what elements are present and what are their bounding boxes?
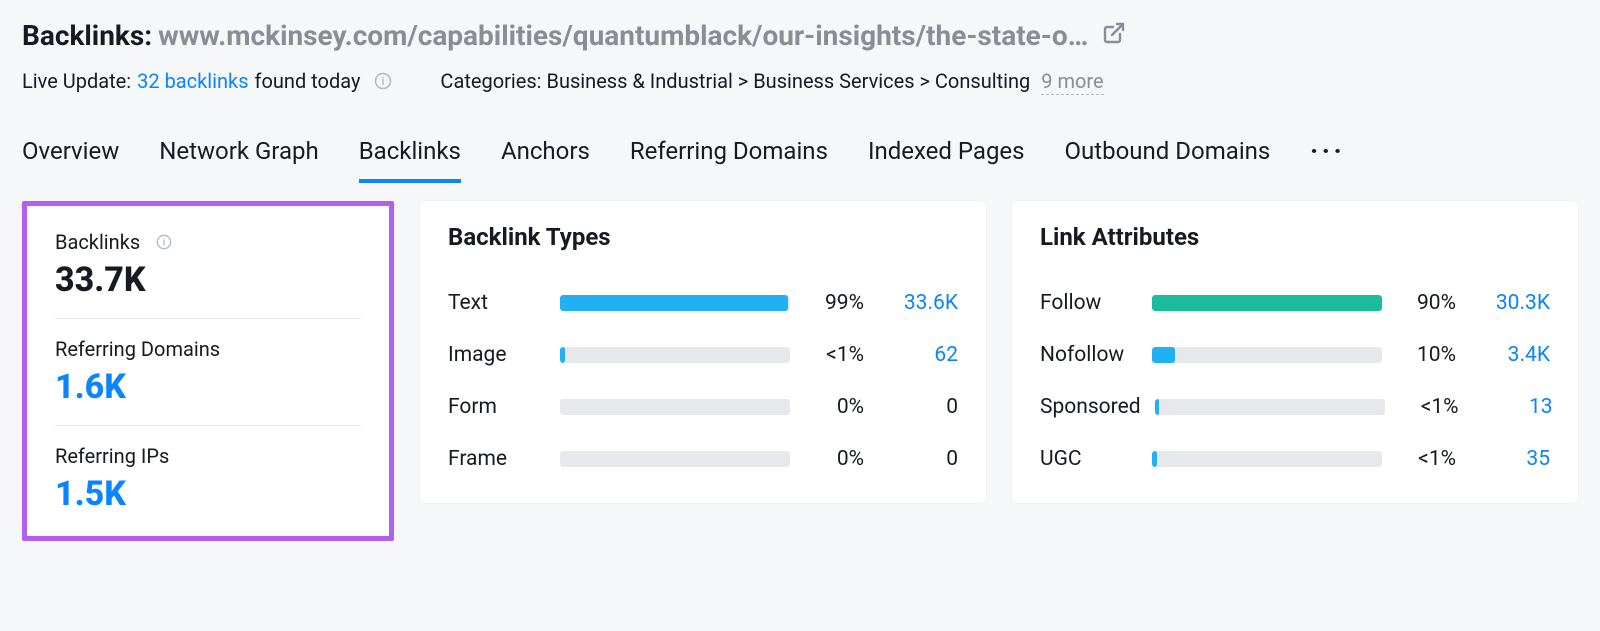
backlink-types-row: Text 99% 33.6K	[448, 277, 958, 329]
row-pct: <1%	[804, 343, 864, 367]
link-attributes-row: Follow 90% 30.3K	[1040, 277, 1550, 329]
tab-outbound-domains[interactable]: Outbound Domains	[1065, 137, 1271, 183]
row-label: Frame	[448, 447, 546, 471]
link-attributes-row: Sponsored <1% 13	[1040, 381, 1550, 433]
row-count: 0	[878, 447, 958, 471]
bar-fill	[1152, 295, 1382, 311]
bar-fill	[1152, 347, 1175, 363]
link-attributes-row: Nofollow 10% 3.4K	[1040, 329, 1550, 381]
backlink-types-row: Frame 0% 0	[448, 433, 958, 485]
link-attributes-title: Link Attributes	[1040, 223, 1550, 251]
row-pct: 99%	[804, 291, 864, 315]
tab-referring-domains[interactable]: Referring Domains	[630, 137, 828, 183]
backlink-types-row: Image <1% 62	[448, 329, 958, 381]
tab-backlinks[interactable]: Backlinks	[359, 137, 461, 183]
row-label: Text	[448, 291, 546, 315]
divider	[55, 318, 361, 319]
categories: Categories: Business & Industrial > Busi…	[440, 69, 1103, 93]
row-count[interactable]: 35	[1470, 447, 1550, 471]
tabs: Overview Network Graph Backlinks Anchors…	[0, 93, 1600, 183]
row-pct: <1%	[1399, 395, 1459, 419]
page-title-prefix: Backlinks:	[22, 18, 152, 53]
bar-fill	[1155, 399, 1160, 415]
row-pct: 0%	[804, 395, 864, 419]
backlink-types-row: Form 0% 0	[448, 381, 958, 433]
bar-track	[560, 399, 790, 415]
row-pct: 0%	[804, 447, 864, 471]
bar-fill	[1152, 451, 1157, 467]
external-link-icon[interactable]	[1102, 21, 1126, 45]
summary-referring-ips-value[interactable]: 1.5K	[55, 474, 361, 514]
link-attributes-row: UGC <1% 35	[1040, 433, 1550, 485]
row-label: Follow	[1040, 291, 1138, 315]
tab-indexed-pages[interactable]: Indexed Pages	[868, 137, 1025, 183]
bar-track	[560, 451, 790, 467]
row-count: 0	[878, 395, 958, 419]
row-count[interactable]: 33.6K	[878, 291, 958, 315]
bar-track	[1152, 347, 1382, 363]
row-label: Form	[448, 395, 546, 419]
categories-more-link[interactable]: 9 more	[1041, 69, 1103, 95]
row-pct: 90%	[1396, 291, 1456, 315]
info-icon[interactable]	[156, 234, 172, 250]
live-update-label: Live Update:	[22, 69, 131, 93]
live-update: Live Update: 32 backlinks found today	[22, 69, 392, 93]
tab-anchors[interactable]: Anchors	[501, 137, 590, 183]
row-pct: <1%	[1396, 447, 1456, 471]
row-count[interactable]: 3.4K	[1470, 343, 1550, 367]
bar-track	[1155, 399, 1385, 415]
bar-fill	[560, 347, 565, 363]
summary-backlinks-label-text: Backlinks	[55, 230, 140, 254]
tab-overview[interactable]: Overview	[22, 137, 119, 183]
bar-track	[560, 347, 790, 363]
page-title-row: Backlinks: www.mckinsey.com/capabilities…	[22, 18, 1578, 53]
row-count[interactable]: 30.3K	[1470, 291, 1550, 315]
backlink-types-panel: Backlink Types Text 99% 33.6K Image <1% …	[420, 201, 986, 503]
row-label: Sponsored	[1040, 395, 1141, 419]
tab-network-graph[interactable]: Network Graph	[159, 137, 318, 183]
tabs-more-icon[interactable]: ···	[1310, 137, 1345, 183]
bar-track	[1152, 295, 1382, 311]
divider	[55, 425, 361, 426]
categories-text: Categories: Business & Industrial > Busi…	[440, 69, 1030, 93]
backlink-types-title: Backlink Types	[448, 223, 958, 251]
page-title-domain: www.mckinsey.com/capabilities/quantumbla…	[158, 18, 1088, 53]
bar-track	[1152, 451, 1382, 467]
summary-backlinks-value: 33.7K	[55, 260, 361, 300]
summary-referring-domains-value[interactable]: 1.6K	[55, 367, 361, 407]
row-count[interactable]: 62	[878, 343, 958, 367]
row-label: UGC	[1040, 447, 1138, 471]
link-attributes-panel: Link Attributes Follow 90% 30.3K Nofollo…	[1012, 201, 1578, 503]
summary-referring-ips-label: Referring IPs	[55, 444, 361, 468]
bar-track	[560, 295, 790, 311]
row-label: Image	[448, 343, 546, 367]
summary-referring-domains-label: Referring Domains	[55, 337, 361, 361]
live-update-suffix: found today	[255, 69, 361, 93]
row-label: Nofollow	[1040, 343, 1138, 367]
row-pct: 10%	[1396, 343, 1456, 367]
live-update-backlinks-link[interactable]: 32 backlinks	[137, 69, 248, 93]
row-count[interactable]: 13	[1473, 395, 1553, 419]
bar-fill	[560, 295, 788, 311]
summary-card: Backlinks 33.7K Referring Domains 1.6K R…	[22, 201, 394, 541]
info-icon[interactable]	[374, 72, 392, 90]
summary-backlinks-label: Backlinks	[55, 230, 361, 254]
